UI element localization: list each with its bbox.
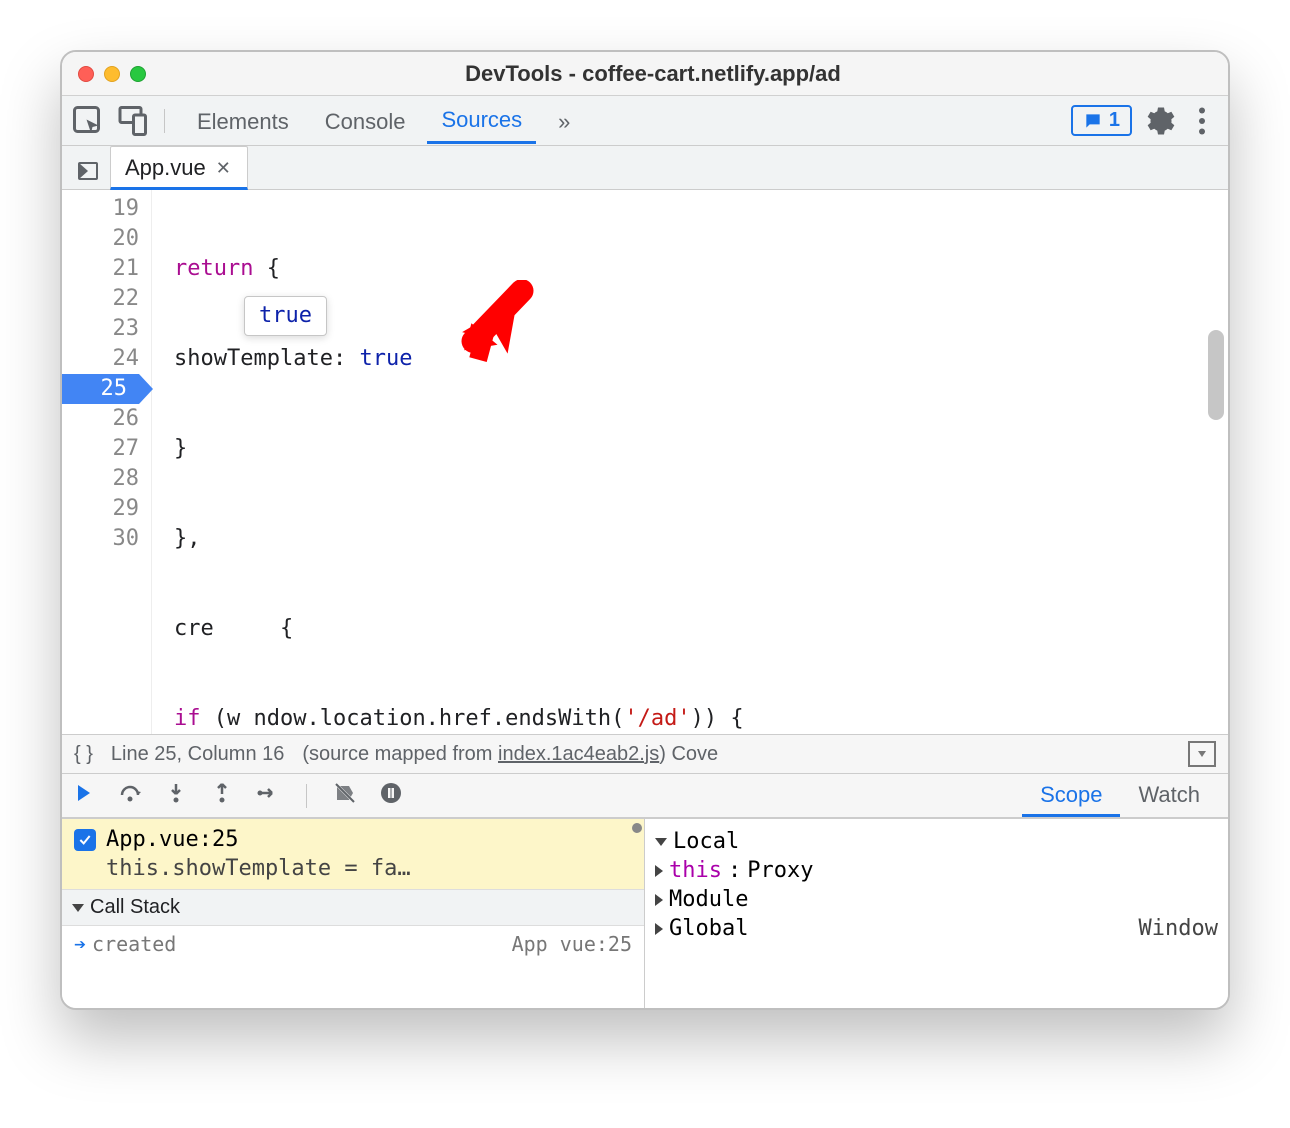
frame-location: App vue:25: [512, 932, 632, 956]
breakpoint-enabled-checkbox[interactable]: [74, 829, 96, 851]
scope-local[interactable]: Local: [655, 827, 1218, 856]
step-into-icon[interactable]: [164, 781, 188, 810]
deactivate-breakpoints-icon[interactable]: [333, 781, 357, 810]
more-vertical-icon[interactable]: [1184, 103, 1220, 139]
source-mapped: (source mapped from index.1ac4eab2.js) C…: [302, 743, 718, 766]
toolbar-separator: [164, 109, 165, 133]
breakpoint-snippet: this.showTemplate = fa…: [74, 856, 632, 881]
line-number[interactable]: 19: [62, 194, 139, 224]
traffic-lights: [78, 66, 146, 82]
line-number[interactable]: 27: [62, 434, 139, 464]
close-tab-icon[interactable]: ✕: [214, 158, 233, 179]
zoom-window-button[interactable]: [130, 66, 146, 82]
show-navigator-icon[interactable]: [70, 153, 106, 189]
breakpoint-callstack-pane: App.vue:25 this.showTemplate = fa… Call …: [62, 819, 645, 1008]
settings-gear-icon[interactable]: [1140, 103, 1176, 139]
window-title: DevTools - coffee-cart.netlify.app/ad: [146, 61, 1212, 87]
line-number[interactable]: 21: [62, 254, 139, 284]
panel-tabs: Elements Console Sources »: [183, 97, 584, 144]
tab-more[interactable]: »: [544, 99, 584, 143]
devtools-window: DevTools - coffee-cart.netlify.app/ad El…: [60, 50, 1230, 1010]
file-tab-app-vue[interactable]: App.vue ✕: [110, 146, 248, 190]
file-tabs: App.vue ✕: [62, 146, 1228, 190]
pretty-print-icon[interactable]: { }: [74, 743, 93, 766]
breakpoint-file[interactable]: App.vue:25: [106, 827, 238, 852]
line-number[interactable]: 26: [62, 404, 139, 434]
value-tooltip: true: [244, 296, 327, 336]
scope-module[interactable]: Module: [655, 885, 1218, 914]
mapped-file-link[interactable]: index.1ac4eab2.js: [498, 743, 659, 765]
kw-return: return: [174, 254, 253, 284]
tab-sources[interactable]: Sources: [427, 97, 536, 144]
cursor-position: Line 25, Column 16: [111, 743, 284, 766]
callstack-header[interactable]: Call Stack: [62, 889, 644, 926]
device-toolbar-icon[interactable]: [114, 103, 150, 139]
editor-scrollbar[interactable]: [1208, 330, 1224, 420]
debugger-controls: Scope Watch: [62, 774, 1228, 818]
line-number[interactable]: 30: [62, 524, 139, 554]
gutter[interactable]: 19 20 21 22 23 24 25 26 27 28 29 30: [62, 190, 152, 734]
status-menu-icon[interactable]: [1188, 741, 1216, 767]
breakpoint-line-number[interactable]: 25: [62, 374, 139, 404]
code-editor[interactable]: 19 20 21 22 23 24 25 26 27 28 29 30 retu…: [62, 190, 1228, 734]
pause-on-exceptions-icon[interactable]: [379, 781, 403, 810]
tab-elements[interactable]: Elements: [183, 99, 303, 143]
line-number[interactable]: 20: [62, 224, 139, 254]
code-area[interactable]: return { showTemplate: true } }, cre { i…: [152, 190, 1228, 734]
callstack-frame[interactable]: ➔created App vue:25: [62, 926, 644, 962]
line-number[interactable]: 24: [62, 344, 139, 374]
line-number[interactable]: 28: [62, 464, 139, 494]
step-icon[interactable]: [256, 781, 280, 810]
annotation-arrow-icon: [342, 250, 538, 409]
breakpoint-hit-card: App.vue:25 this.showTemplate = fa…: [62, 819, 644, 889]
ctrl-separator: [306, 784, 307, 808]
subtab-watch[interactable]: Watch: [1120, 774, 1218, 817]
line-number[interactable]: 22: [62, 284, 139, 314]
editor-status-bar: { } Line 25, Column 16 (source mapped fr…: [62, 734, 1228, 774]
step-out-icon[interactable]: [210, 781, 234, 810]
titlebar: DevTools - coffee-cart.netlify.app/ad: [62, 52, 1228, 96]
file-tab-label: App.vue: [125, 155, 206, 181]
step-over-icon[interactable]: [118, 781, 142, 810]
lower-panels: App.vue:25 this.showTemplate = fa… Call …: [62, 818, 1228, 1008]
tab-console[interactable]: Console: [311, 99, 420, 143]
scope-pane: Local this: Proxy Module GlobalWindow: [645, 819, 1228, 1008]
inspect-element-icon[interactable]: [70, 103, 106, 139]
line-number[interactable]: 29: [62, 494, 139, 524]
issues-badge[interactable]: 1: [1071, 105, 1132, 136]
minimize-window-button[interactable]: [104, 66, 120, 82]
subtab-scope[interactable]: Scope: [1022, 774, 1120, 817]
pane-scroll-dot: [632, 823, 642, 833]
issues-count: 1: [1109, 109, 1120, 132]
scope-global[interactable]: GlobalWindow: [655, 914, 1218, 943]
scope-this[interactable]: this: Proxy: [655, 856, 1218, 885]
devtools-toolbar: Elements Console Sources » 1: [62, 96, 1228, 146]
line-number[interactable]: 23: [62, 314, 139, 344]
close-window-button[interactable]: [78, 66, 94, 82]
resume-icon[interactable]: [72, 781, 96, 810]
